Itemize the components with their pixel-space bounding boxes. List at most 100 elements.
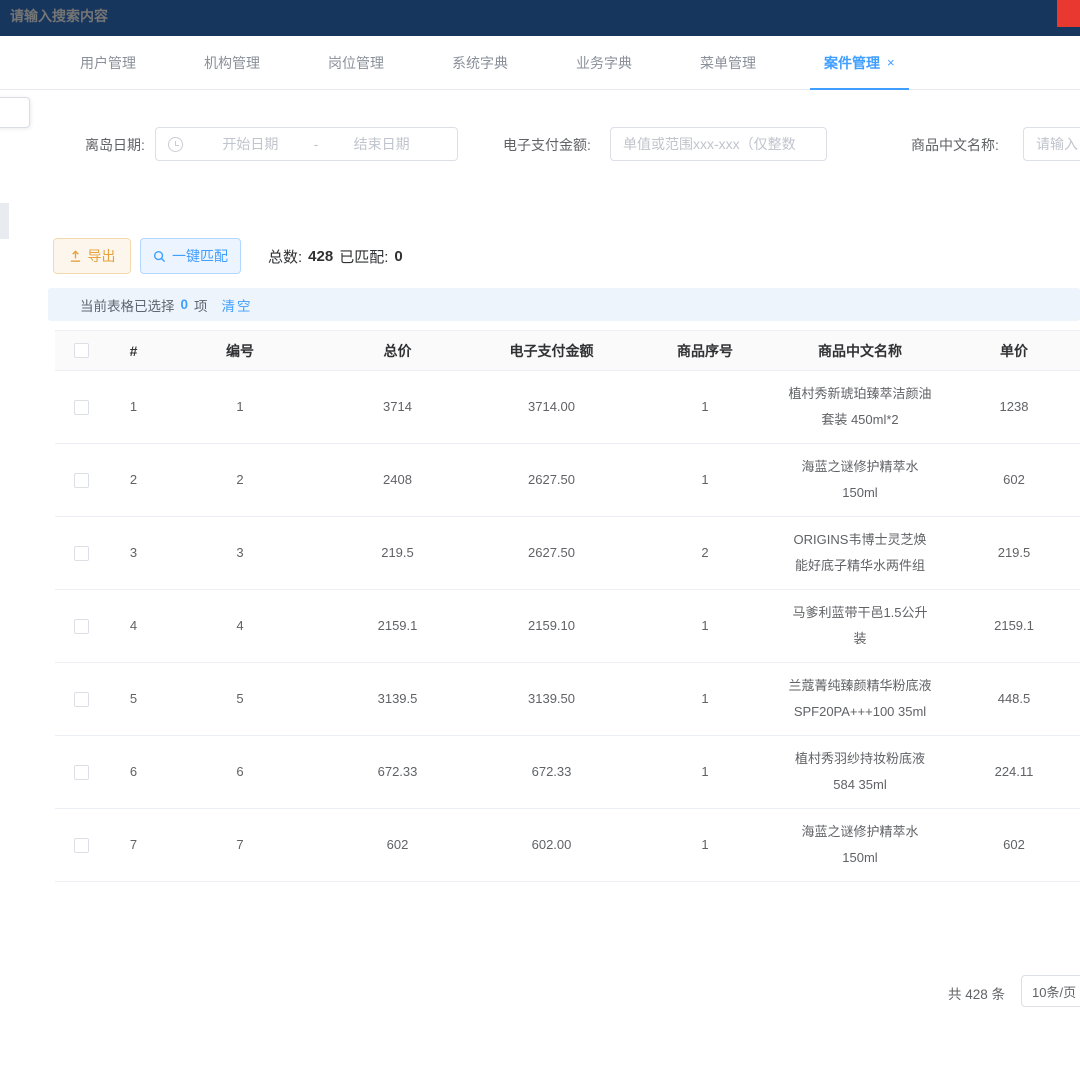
selection-count: 0	[181, 297, 189, 312]
selection-bar: 当前表格已选择 0 项 清空	[48, 288, 1080, 321]
header-product-name: 商品中文名称	[782, 330, 938, 374]
cell-index: 2	[107, 457, 160, 503]
table-row[interactable]: 2 2 2408 2627.50 1 海蓝之谜修护精萃水 150ml 602	[55, 444, 1080, 517]
selection-suffix: 项	[194, 295, 208, 315]
tab-label: 岗位管理	[328, 53, 384, 73]
cell-product-name: 马爹利蓝带干邑1.5公升装	[782, 590, 938, 662]
tab-menu-management[interactable]: 菜单管理	[680, 36, 776, 90]
cell-code: 2	[160, 457, 320, 503]
cell-product-seq: 1	[628, 893, 782, 907]
clear-selection-link[interactable]: 清空	[222, 295, 253, 315]
cell-epay-amount: 2627.50	[475, 457, 628, 503]
row-checkbox-cell	[55, 463, 107, 498]
date-filter-label: 离岛日期:	[85, 135, 145, 155]
cell-epay-amount: 2627.50	[475, 530, 628, 576]
export-button[interactable]: 导出	[53, 238, 131, 274]
cell-unit-price: 1238	[938, 384, 1080, 430]
cell-product-seq: 1	[628, 603, 782, 649]
cell-total-price: 219.5	[320, 530, 475, 576]
tab-system-dict[interactable]: 系统字典	[432, 36, 528, 90]
header-code: 编号	[160, 330, 320, 374]
tab-label: 机构管理	[204, 53, 260, 73]
row-checkbox-cell	[55, 609, 107, 644]
export-button-label: 导出	[88, 246, 116, 266]
notification-badge[interactable]	[1057, 0, 1080, 27]
tab-business-dict[interactable]: 业务字典	[556, 36, 652, 90]
cell-total-price: 1898.88	[320, 893, 475, 907]
table-row[interactable]: 7 7 602 602.00 1 海蓝之谜修护精萃水 150ml 602	[55, 809, 1080, 882]
cell-product-seq: 1	[628, 457, 782, 503]
cell-code: 8	[160, 893, 320, 907]
table-row[interactable]: 3 3 219.5 2627.50 2 ORIGINS韦博士灵芝焕能好底子精华水…	[55, 517, 1080, 590]
tab-org-management[interactable]: 机构管理	[184, 36, 280, 90]
tab-bar: 用户管理 机构管理 岗位管理 系统字典 业务字典 菜单管理 案件管理 ×	[0, 36, 1080, 90]
collapsed-panel-fragment	[0, 97, 30, 128]
row-checkbox[interactable]	[74, 473, 89, 488]
cell-unit-price: 224.11	[938, 749, 1080, 795]
cell-unit-price: 219.5	[938, 530, 1080, 576]
cell-index: 3	[107, 530, 160, 576]
cell-total-price: 2408	[320, 457, 475, 503]
total-value: 428	[308, 248, 333, 265]
select-all-checkbox[interactable]	[74, 343, 89, 358]
date-range-picker[interactable]: 开始日期 - 结束日期	[155, 127, 458, 161]
cell-unit-price: 2159.1	[938, 603, 1080, 649]
search-icon	[153, 250, 166, 263]
one-click-match-button[interactable]: 一键匹配	[140, 238, 241, 274]
collapsed-strip-fragment	[0, 203, 9, 239]
cell-unit-price: 448.5	[938, 676, 1080, 722]
tab-label: 系统字典	[452, 53, 508, 73]
cell-product-name: 植村秀羽纱持妆粉底液 584 35ml	[782, 736, 938, 808]
table-row[interactable]: 8 8 1898.88 1898.88 1 卡诗菁纯亮泽经典香氛 189.88	[55, 882, 1080, 906]
cell-index: 4	[107, 603, 160, 649]
epay-amount-input[interactable]	[610, 127, 827, 161]
record-count-text: 共 428 条	[948, 983, 1005, 1003]
row-checkbox[interactable]	[74, 838, 89, 853]
selection-prefix: 当前表格已选择	[80, 295, 175, 315]
table-row[interactable]: 1 1 3714 3714.00 1 植村秀新琥珀臻萃洁颜油套装 450ml*2…	[55, 371, 1080, 444]
product-name-input[interactable]	[1023, 127, 1080, 161]
clock-icon	[168, 137, 183, 152]
matched-label: 已匹配:	[339, 246, 388, 267]
cell-index: 6	[107, 749, 160, 795]
header-index: #	[107, 330, 160, 374]
cell-code: 7	[160, 822, 320, 868]
header-unit-price: 单价	[938, 330, 1080, 374]
cell-product-name: 卡诗菁纯亮泽经典香氛	[782, 893, 938, 907]
table-row[interactable]: 5 5 3139.5 3139.50 1 兰蔻菁纯臻颜精华粉底液SPF20PA+…	[55, 663, 1080, 736]
cell-unit-price: 189.88	[938, 893, 1080, 907]
tab-post-management[interactable]: 岗位管理	[308, 36, 404, 90]
tab-case-management[interactable]: 案件管理 ×	[804, 36, 915, 90]
cell-total-price: 3139.5	[320, 676, 475, 722]
cell-epay-amount: 602.00	[475, 822, 628, 868]
row-checkbox[interactable]	[74, 692, 89, 707]
cell-code: 6	[160, 749, 320, 795]
row-checkbox-cell	[55, 898, 107, 906]
cell-epay-amount: 3139.50	[475, 676, 628, 722]
row-checkbox[interactable]	[74, 400, 89, 415]
cell-product-name: 植村秀新琥珀臻萃洁颜油套装 450ml*2	[782, 371, 938, 443]
cell-code: 1	[160, 384, 320, 430]
tab-label: 业务字典	[576, 53, 632, 73]
date-end-placeholder[interactable]: 结束日期	[318, 134, 445, 154]
epay-filter-label: 电子支付金额:	[503, 135, 591, 155]
row-checkbox[interactable]	[74, 546, 89, 561]
row-checkbox-cell	[55, 682, 107, 717]
row-checkbox[interactable]	[74, 619, 89, 634]
matched-value: 0	[394, 248, 402, 265]
row-checkbox[interactable]	[74, 765, 89, 780]
table-header-row: # 编号 总价 电子支付金额 商品序号 商品中文名称 单价	[55, 330, 1080, 371]
cell-total-price: 602	[320, 822, 475, 868]
page-size-select[interactable]: 10条/页	[1021, 975, 1080, 1007]
global-search-input[interactable]	[10, 8, 270, 24]
cell-epay-amount: 3714.00	[475, 384, 628, 430]
close-icon[interactable]: ×	[887, 56, 895, 69]
header-product-seq: 商品序号	[628, 330, 782, 374]
date-start-placeholder[interactable]: 开始日期	[187, 134, 314, 154]
header-epay-amount: 电子支付金额	[475, 330, 628, 374]
match-button-label: 一键匹配	[172, 246, 228, 266]
table-row[interactable]: 6 6 672.33 672.33 1 植村秀羽纱持妆粉底液 584 35ml …	[55, 736, 1080, 809]
total-label: 总数:	[268, 246, 302, 267]
tab-user-management[interactable]: 用户管理	[60, 36, 156, 90]
table-row[interactable]: 4 4 2159.1 2159.10 1 马爹利蓝带干邑1.5公升装 2159.…	[55, 590, 1080, 663]
